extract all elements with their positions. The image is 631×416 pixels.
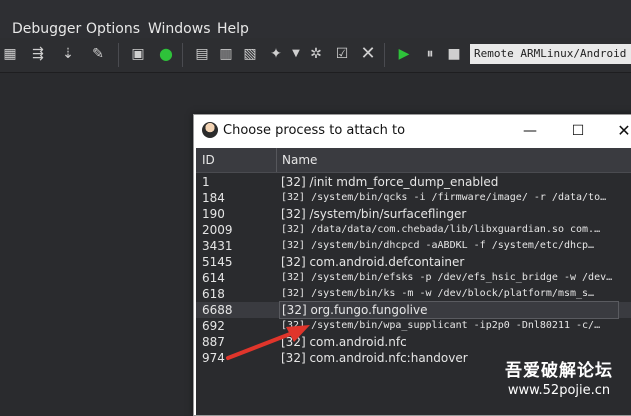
watermark-title: 吾爱破解论坛 xyxy=(505,361,613,381)
watermark-url: www.52pojie.cn xyxy=(507,383,611,398)
watermark: 吾爱破解论坛 www.52pojie.cn xyxy=(505,356,613,398)
annotation-arrow xyxy=(226,325,310,360)
